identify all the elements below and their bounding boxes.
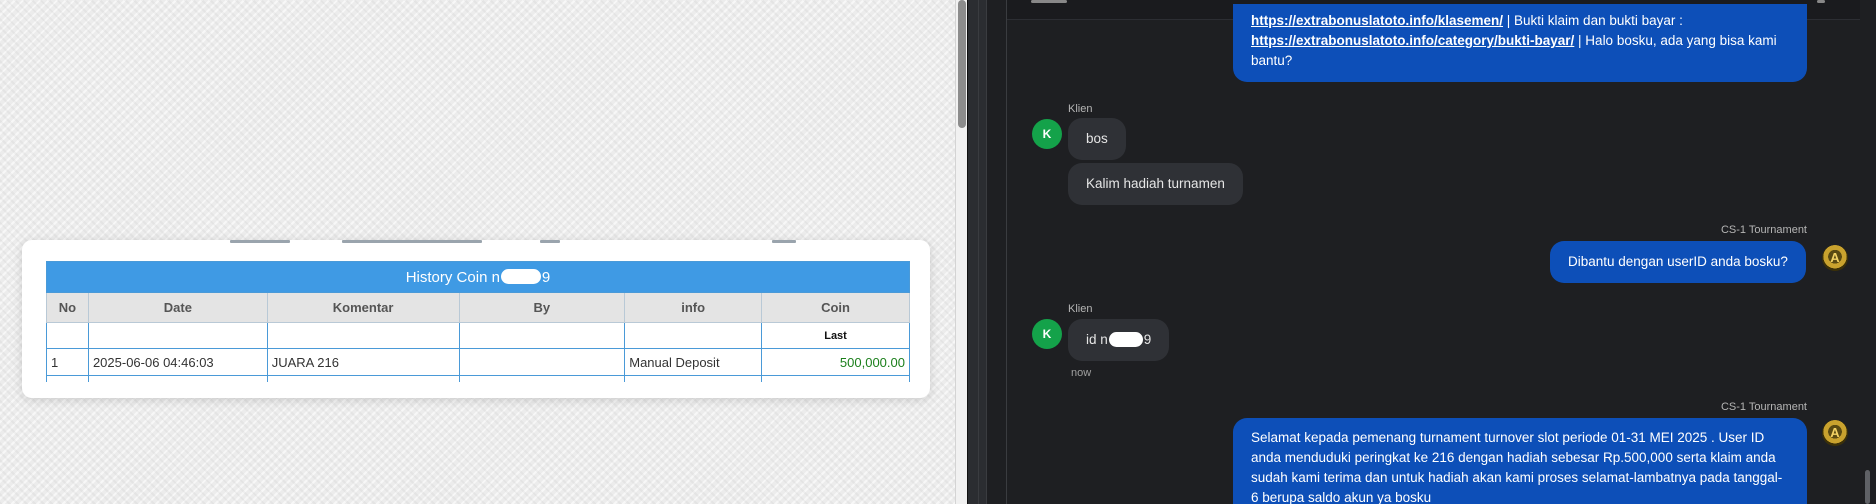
client-avatar: K: [1032, 319, 1062, 349]
chat-scrollbar[interactable]: [1860, 0, 1876, 504]
cell-info: Manual Deposit: [624, 348, 763, 376]
cell-by: [458, 348, 626, 376]
left-scrollbar[interactable]: [955, 0, 967, 504]
col-header-by: By: [458, 292, 626, 323]
table-row: 1 2025-06-06 04:46:03 JUARA 216 Manual D…: [46, 348, 910, 376]
client-message: id n9: [1068, 319, 1170, 361]
chat-scrollbar-thumb[interactable]: [1865, 470, 1870, 504]
message-timestamp: now: [1071, 367, 1092, 379]
agent-message: Selamat kepada pemenang turnament turnov…: [1233, 418, 1807, 504]
agent-message: Dibantu dengan userID anda bosku?: [1550, 241, 1806, 283]
klasemen-link[interactable]: https://extrabonuslatoto.info/klasemen/: [1251, 13, 1503, 28]
cell-date: 2025-06-06 04:46:03: [87, 348, 268, 376]
redacted-user-id: [500, 268, 541, 284]
sender-name-client: Klien: [1068, 103, 1093, 115]
cell-no: 1: [46, 348, 89, 376]
sender-name-agent: CS-1 Tournament: [1720, 401, 1807, 413]
sub-header-last: Last: [761, 322, 910, 349]
chat-panel: https://extrabonuslatoto.info/klasemen/ …: [1006, 0, 1860, 504]
agent-message-links: https://extrabonuslatoto.info/klasemen/ …: [1233, 4, 1807, 82]
client-message: Kalim hadiah turnamen: [1068, 163, 1243, 205]
col-header-date: Date: [87, 292, 268, 323]
sender-name-agent: CS-1 Tournament: [1720, 224, 1807, 236]
cell-coin: 500,000.00: [761, 348, 910, 376]
col-header-no: No: [46, 292, 89, 323]
client-message: bos: [1068, 118, 1126, 160]
left-panel: History Coin n9 No Date Komentar By info…: [0, 0, 955, 504]
sender-name-client: Klien: [1068, 303, 1093, 315]
table-title: History Coin n9: [46, 261, 910, 293]
history-coin-table: History Coin n9 No Date Komentar By info…: [46, 261, 910, 382]
left-scrollbar-thumb[interactable]: [958, 0, 966, 128]
panel-divider: [967, 0, 987, 504]
agent-avatar: A: [1822, 420, 1848, 446]
bukti-bayar-link[interactable]: https://extrabonuslatoto.info/category/b…: [1251, 33, 1574, 48]
agent-avatar: A: [1822, 245, 1848, 271]
client-avatar: K: [1032, 119, 1062, 149]
col-header-komentar: Komentar: [266, 292, 460, 323]
col-header-coin: Coin: [761, 292, 910, 323]
cell-komentar: JUARA 216: [266, 348, 460, 376]
col-header-info: info: [624, 292, 763, 323]
card-scroll-peek: [62, 240, 922, 244]
history-coin-card: History Coin n9 No Date Komentar By info…: [22, 240, 930, 398]
redacted-user-id: [1108, 332, 1143, 347]
